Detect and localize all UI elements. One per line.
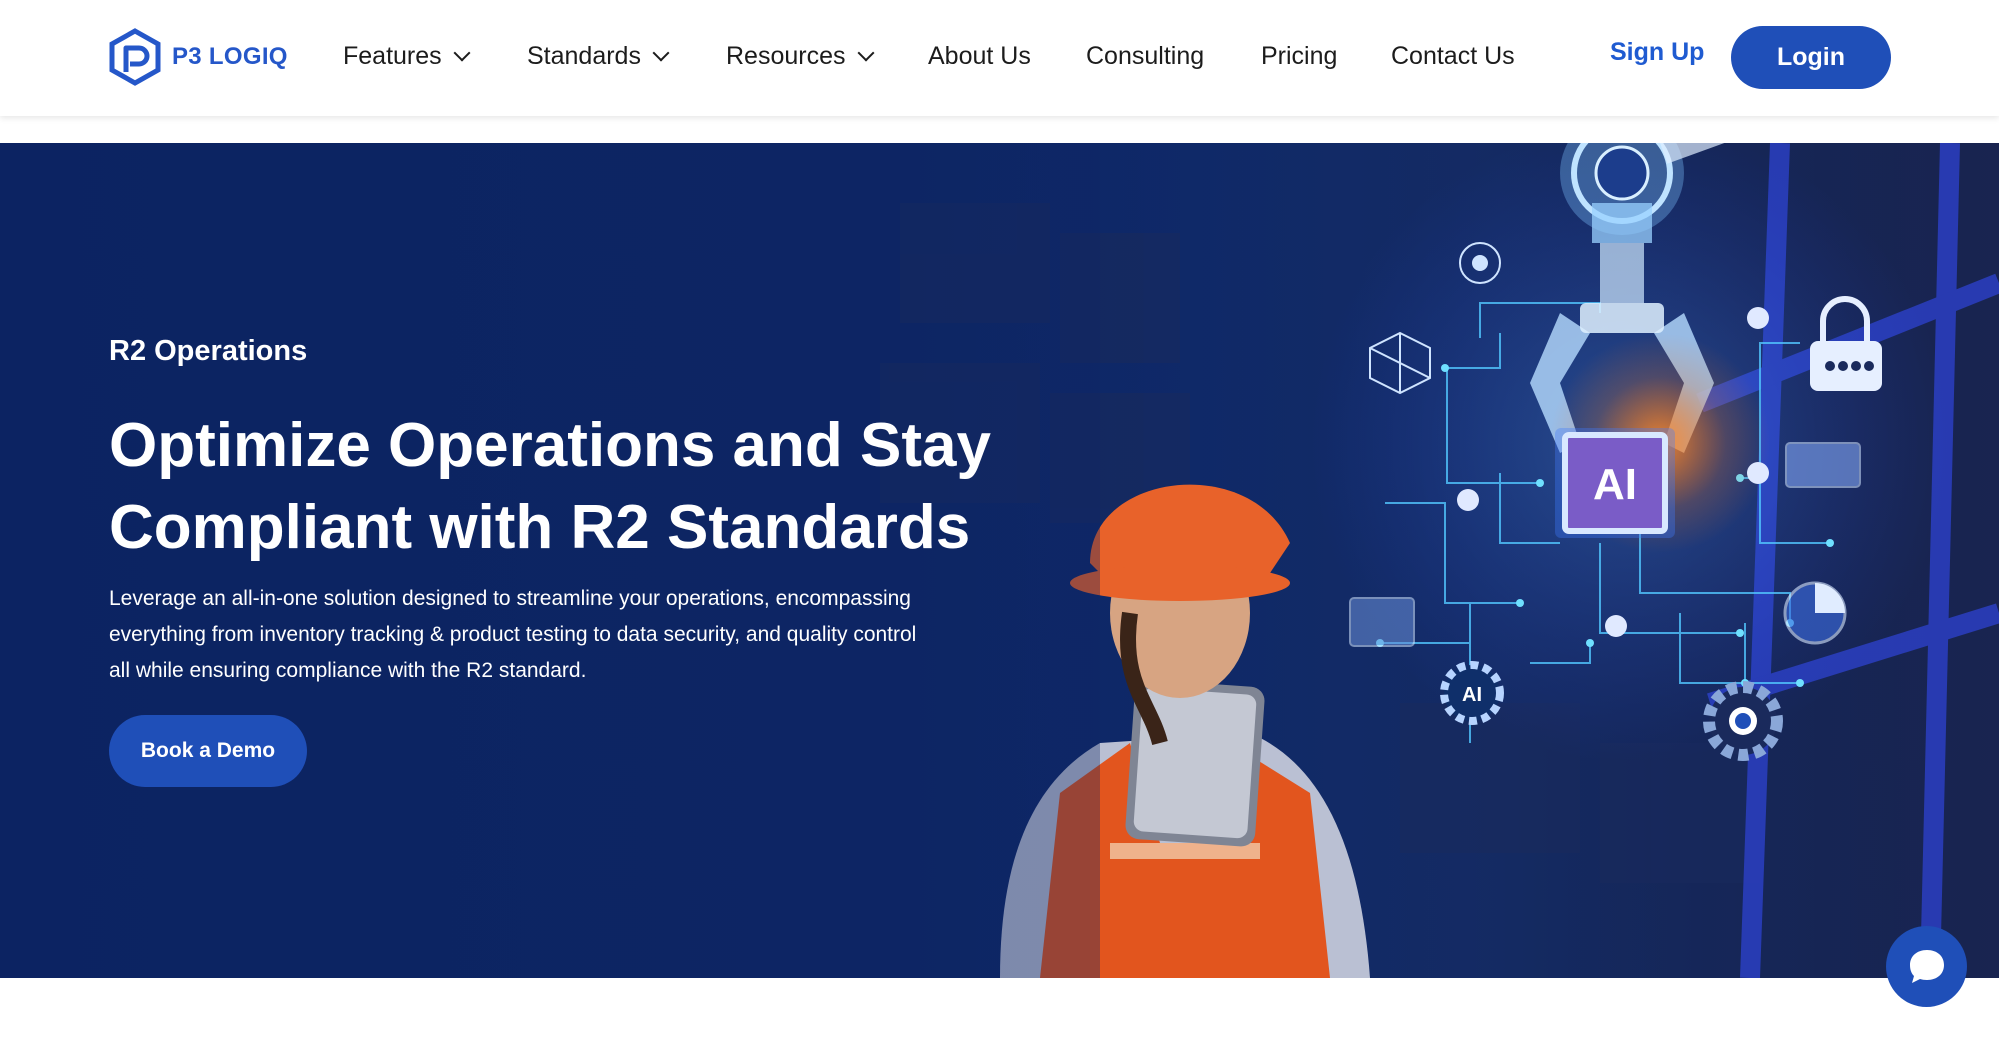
nav-label: Pricing xyxy=(1261,41,1338,70)
nav-about-us[interactable]: About Us xyxy=(928,38,1031,74)
chevron-down-icon xyxy=(857,44,874,62)
hero-headline: Optimize Operations and Stay Compliant w… xyxy=(109,411,991,562)
nav-contact-us[interactable]: Contact Us xyxy=(1391,38,1515,74)
page-bottom-strip xyxy=(0,978,1999,1038)
nav-label: Features xyxy=(343,41,442,70)
brand-logo[interactable]: P3 LOGIQ xyxy=(108,28,288,86)
nav-features[interactable]: Features xyxy=(343,38,471,74)
nav-label: About Us xyxy=(928,41,1031,70)
book-demo-button[interactable]: Book a Demo xyxy=(109,715,307,787)
nav-pricing[interactable]: Pricing xyxy=(1261,38,1337,74)
brand-name: P3 LOGIQ xyxy=(172,43,288,70)
nav-standards[interactable]: Standards xyxy=(527,38,670,74)
chat-bubble-icon xyxy=(1909,949,1944,983)
p3-logo-icon xyxy=(109,28,161,86)
chat-widget-button[interactable] xyxy=(1886,926,1967,1007)
hero-eyebrow: R2 Operations xyxy=(109,335,308,367)
hero-section: AI AI R2 Operations Optimize Operations … xyxy=(0,143,1999,978)
sign-up-link[interactable]: Sign Up xyxy=(1610,38,1704,67)
nav-consulting[interactable]: Consulting xyxy=(1086,38,1204,74)
nav-label: Contact Us xyxy=(1391,41,1515,70)
nav-resources[interactable]: Resources xyxy=(726,38,874,74)
chevron-down-icon xyxy=(652,44,670,62)
chevron-down-icon xyxy=(453,44,471,62)
nav-label: Consulting xyxy=(1086,41,1205,70)
nav-label: Standards xyxy=(527,41,641,70)
login-button[interactable]: Login xyxy=(1731,26,1891,89)
ai-chip-label: AI xyxy=(1593,460,1637,509)
ai-gear-label: AI xyxy=(1462,684,1482,706)
nav-label: Resources xyxy=(726,41,846,70)
top-navbar: P3 LOGIQ Features Standards Resources Ab… xyxy=(0,0,1999,116)
hero-description: Leverage an all-in-one solution designed… xyxy=(109,587,917,682)
